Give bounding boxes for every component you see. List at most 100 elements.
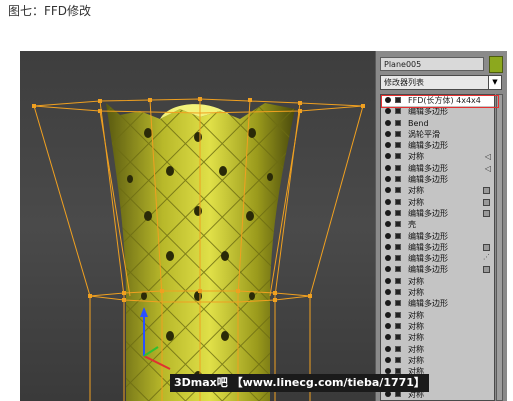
expand-toggle-icon[interactable] [395, 255, 401, 262]
modifier-stack-item[interactable]: 对称 [381, 344, 494, 355]
lightbulb-icon[interactable] [385, 153, 391, 160]
modifier-stack[interactable]: FFD(长方体) 4x4x4 编辑多边形 Bend 涡轮平滑 编辑多边形 对称 ◁ 编辑多边形… [380, 94, 495, 401]
lightbulb-icon[interactable] [385, 334, 391, 341]
lightbulb-icon[interactable] [385, 266, 391, 273]
expand-toggle-icon[interactable] [395, 289, 401, 296]
modifier-stack-item[interactable]: 编辑多边形 [381, 174, 494, 185]
lightbulb-icon[interactable] [385, 209, 391, 216]
lightbulb-icon[interactable] [385, 356, 391, 363]
watermark: 3Dmax吧 【www.linecg.com/tieba/1771】 [170, 374, 429, 392]
modifier-label: 对称 [408, 288, 424, 298]
modifier-list-dropdown[interactable]: 修改器列表 ▼ [380, 75, 502, 90]
expand-toggle-icon[interactable] [395, 243, 401, 250]
lightbulb-icon[interactable] [385, 108, 391, 115]
modifier-triangle-icon: ◁ [484, 152, 491, 162]
modifier-stack-item[interactable]: 壳 [381, 219, 494, 230]
modifier-label: 编辑多边形 [408, 254, 448, 264]
modifier-stack-item[interactable]: 对称 [381, 321, 494, 332]
modifier-stack-item[interactable]: 对称 [381, 287, 494, 298]
modifier-box-icon [483, 187, 490, 195]
modifier-stack-item[interactable]: 编辑多边形 [381, 264, 494, 275]
lightbulb-icon[interactable] [385, 142, 391, 149]
lightbulb-icon[interactable] [385, 232, 391, 239]
selected-modifier-highlight [381, 95, 499, 108]
expand-toggle-icon[interactable] [395, 153, 401, 160]
lightbulb-icon[interactable] [385, 243, 391, 250]
lightbulb-icon[interactable] [385, 289, 391, 296]
lightbulb-icon[interactable] [385, 130, 391, 137]
modifier-stack-item[interactable]: 对称 ◁ [381, 151, 494, 162]
lightbulb-icon[interactable] [385, 119, 391, 126]
expand-toggle-icon[interactable] [395, 334, 401, 341]
object-color-swatch[interactable] [489, 56, 503, 73]
modifier-label: 编辑多边形 [408, 242, 448, 252]
modifier-stack-item[interactable]: 编辑多边形 [381, 298, 494, 309]
figure-caption: 图七：FFD修改 [8, 4, 92, 18]
expand-toggle-icon[interactable] [395, 277, 401, 284]
modifier-label: 对称 [408, 355, 424, 365]
expand-toggle-icon[interactable] [395, 164, 401, 171]
modifier-stack-scrollbar[interactable] [496, 94, 503, 401]
expand-toggle-icon[interactable] [395, 300, 401, 307]
lightbulb-icon[interactable] [385, 164, 391, 171]
modifier-label: 编辑多边形 [408, 299, 448, 309]
expand-toggle-icon[interactable] [395, 209, 401, 216]
lightbulb-icon[interactable] [385, 277, 391, 284]
lightbulb-icon[interactable] [385, 345, 391, 352]
modifier-stack-item[interactable]: 对称 [381, 276, 494, 287]
modifier-stack-item[interactable]: 对称 [381, 310, 494, 321]
modifier-box-icon [483, 198, 490, 206]
object-name-field[interactable]: Plane005 [380, 57, 484, 71]
modifier-box-icon [483, 243, 490, 251]
modifier-label: 编辑多边形 [408, 265, 448, 275]
lightbulb-icon[interactable] [385, 176, 391, 183]
modifier-label: 对称 [408, 152, 424, 162]
modifier-label: 对称 [408, 186, 424, 196]
viewport-scene [32, 97, 365, 401]
expand-toggle-icon[interactable] [395, 221, 401, 228]
expand-toggle-icon[interactable] [395, 345, 401, 352]
modifier-stack-item[interactable]: 编辑多边形 [381, 208, 494, 219]
expand-toggle-icon[interactable] [395, 322, 401, 329]
lightbulb-icon[interactable] [385, 300, 391, 307]
modifier-stack-item[interactable]: 对称 [381, 332, 494, 343]
modifier-stack-item[interactable]: 编辑多边形 ◁ [381, 163, 494, 174]
modifier-stack-item[interactable]: 涡轮平滑 [381, 129, 494, 140]
chevron-down-icon[interactable]: ▼ [488, 76, 501, 89]
expand-toggle-icon[interactable] [395, 108, 401, 115]
modifier-label: Bend [408, 118, 429, 128]
expand-toggle-icon[interactable] [395, 356, 401, 363]
modifier-label: 对称 [408, 344, 424, 354]
modifier-triangle-icon: ◁ [484, 163, 491, 173]
perspective-viewport[interactable] [20, 51, 375, 401]
modifier-label: 编辑多边形 [408, 163, 448, 173]
expand-toggle-icon[interactable] [395, 176, 401, 183]
expand-toggle-icon[interactable] [395, 187, 401, 194]
modifier-label: 编辑多边形 [408, 175, 448, 185]
lightbulb-icon[interactable] [385, 322, 391, 329]
lightbulb-icon[interactable] [385, 187, 391, 194]
modifier-stack-item[interactable]: 编辑多边形 [381, 242, 494, 253]
lightbulb-icon[interactable] [385, 198, 391, 205]
modifier-label: 对称 [408, 197, 424, 207]
modifier-label: 对称 [408, 310, 424, 320]
lightbulb-icon[interactable] [385, 255, 391, 262]
modifier-stack-item[interactable]: 对称 [381, 197, 494, 208]
lightbulb-icon[interactable] [385, 221, 391, 228]
modifier-stack-item[interactable]: Bend [381, 118, 494, 129]
modifier-list-label: 修改器列表 [384, 78, 424, 87]
modifier-stack-item[interactable]: 编辑多边形 ⋰ [381, 253, 494, 264]
expand-toggle-icon[interactable] [395, 311, 401, 318]
modifier-stack-item[interactable]: 对称 [381, 355, 494, 366]
modifier-stack-item[interactable]: 编辑多边形 [381, 231, 494, 242]
modifier-stack-item[interactable]: 编辑多边形 [381, 140, 494, 151]
expand-toggle-icon[interactable] [395, 130, 401, 137]
modifier-stack-item[interactable]: 对称 [381, 185, 494, 196]
modifier-box-icon [483, 209, 490, 217]
expand-toggle-icon[interactable] [395, 142, 401, 149]
expand-toggle-icon[interactable] [395, 119, 401, 126]
expand-toggle-icon[interactable] [395, 266, 401, 273]
lightbulb-icon[interactable] [385, 311, 391, 318]
expand-toggle-icon[interactable] [395, 232, 401, 239]
expand-toggle-icon[interactable] [395, 198, 401, 205]
